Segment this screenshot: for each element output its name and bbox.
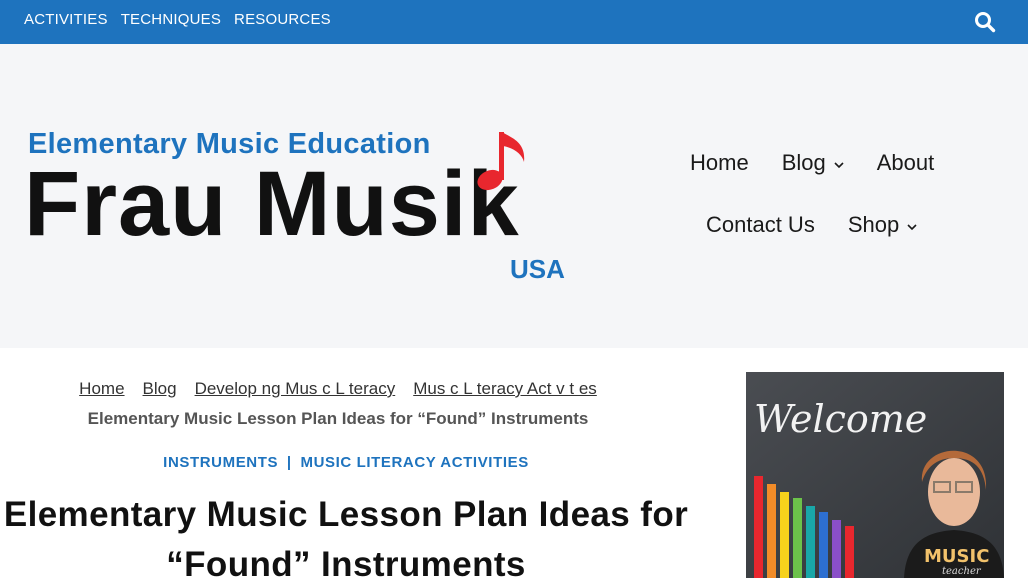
main-nav: Home Blog About Contact Us Shop: [690, 148, 1010, 240]
nav-item-label: Blog: [781, 150, 826, 175]
breadcrumb-developing-music-literacy[interactable]: Develop ng Mus c L teracy: [195, 379, 396, 398]
top-nav-activities[interactable]: ACTIVITIES: [24, 11, 108, 28]
category-music-literacy-activities[interactable]: MUSIC LITERACY ACTIVITIES: [300, 454, 528, 471]
top-bar: ACTIVITIES TECHNIQUES RESOURCES: [0, 0, 1028, 44]
breadcrumb-home[interactable]: Home: [79, 379, 124, 398]
post-title: Elementary Music Lesson Plan Ideas for “…: [3, 495, 689, 578]
logo-name: Frau Musik: [24, 153, 520, 255]
music-note-icon: [477, 132, 525, 191]
category-instruments[interactable]: INSTRUMENTS: [163, 454, 278, 471]
post-categories: INSTRUMENTS | MUSIC LITERACY ACTIVITIES: [0, 454, 692, 471]
category-separator: |: [286, 454, 292, 471]
main-content: Home Blog Develop ng Mus c L teracy Mus c L…: [0, 348, 1028, 578]
nav-item-blog[interactable]: Blog: [782, 150, 844, 176]
logo-country: USA: [510, 254, 565, 284]
breadcrumb: Home Blog Develop ng Mus c L teracy Mus c L…: [0, 374, 676, 434]
top-nav-techniques[interactable]: TECHNIQUES: [121, 11, 221, 28]
nav-item-about[interactable]: About: [877, 150, 935, 176]
welcome-text: Welcome: [754, 397, 927, 441]
shirt-text: MUSIC: [924, 546, 989, 567]
top-nav-resources[interactable]: RESOURCES: [234, 11, 331, 28]
chevron-down-icon: [907, 224, 917, 231]
breadcrumb-music-literacy-activities[interactable]: Mus c L teracy Act v t es: [413, 379, 597, 398]
top-nav: ACTIVITIES TECHNIQUES RESOURCES: [24, 11, 331, 28]
site-logo[interactable]: Elementary Music Education Frau Musik US…: [24, 128, 574, 284]
welcome-photo: Welcome MUSIC teacher: [746, 372, 1004, 578]
nav-item-label: Home: [690, 150, 749, 175]
shirt-subtext: teacher: [942, 566, 982, 577]
nav-item-home[interactable]: Home: [690, 150, 749, 176]
nav-item-label: Contact Us: [706, 212, 815, 237]
nav-item-label: About: [876, 150, 935, 175]
nav-item-contact[interactable]: Contact Us: [706, 212, 815, 238]
search-button[interactable]: [974, 11, 996, 33]
breadcrumb-current: Elementary Music Lesson Plan Ideas for “…: [87, 409, 589, 428]
welcome-banner-image[interactable]: Welcome MUSIC teacher: [746, 372, 1004, 578]
chevron-down-icon: [834, 162, 844, 169]
nav-item-shop[interactable]: Shop: [848, 212, 917, 238]
breadcrumb-blog[interactable]: Blog: [143, 379, 177, 398]
nav-item-label: Shop: [847, 212, 900, 237]
search-icon: [975, 12, 996, 33]
